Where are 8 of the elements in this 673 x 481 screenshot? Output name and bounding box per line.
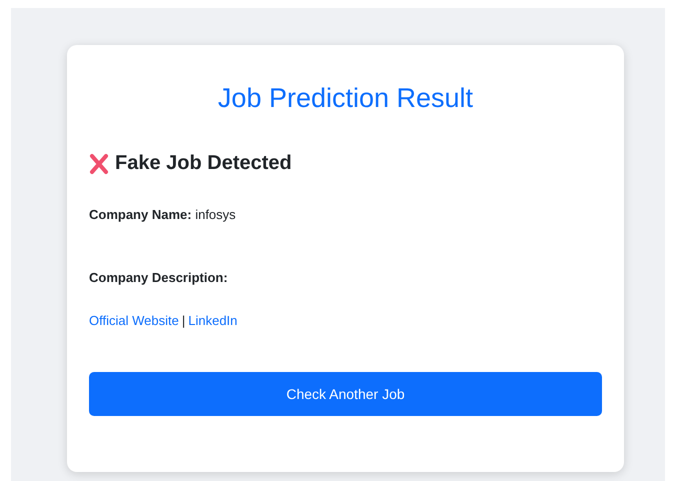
result-text: Fake Job Detected — [115, 152, 292, 175]
link[interactable]: LinkedIn — [188, 313, 238, 328]
check-another-job-button[interactable]: Check Another Job — [89, 372, 602, 416]
link-separator: | — [182, 313, 186, 328]
link[interactable]: Official Website — [89, 313, 179, 328]
company-name-text: Company Name: infosys — [89, 207, 237, 222]
page-title: Job Prediction Result — [216, 83, 474, 114]
company-description-label: Company Description: — [89, 270, 229, 285]
